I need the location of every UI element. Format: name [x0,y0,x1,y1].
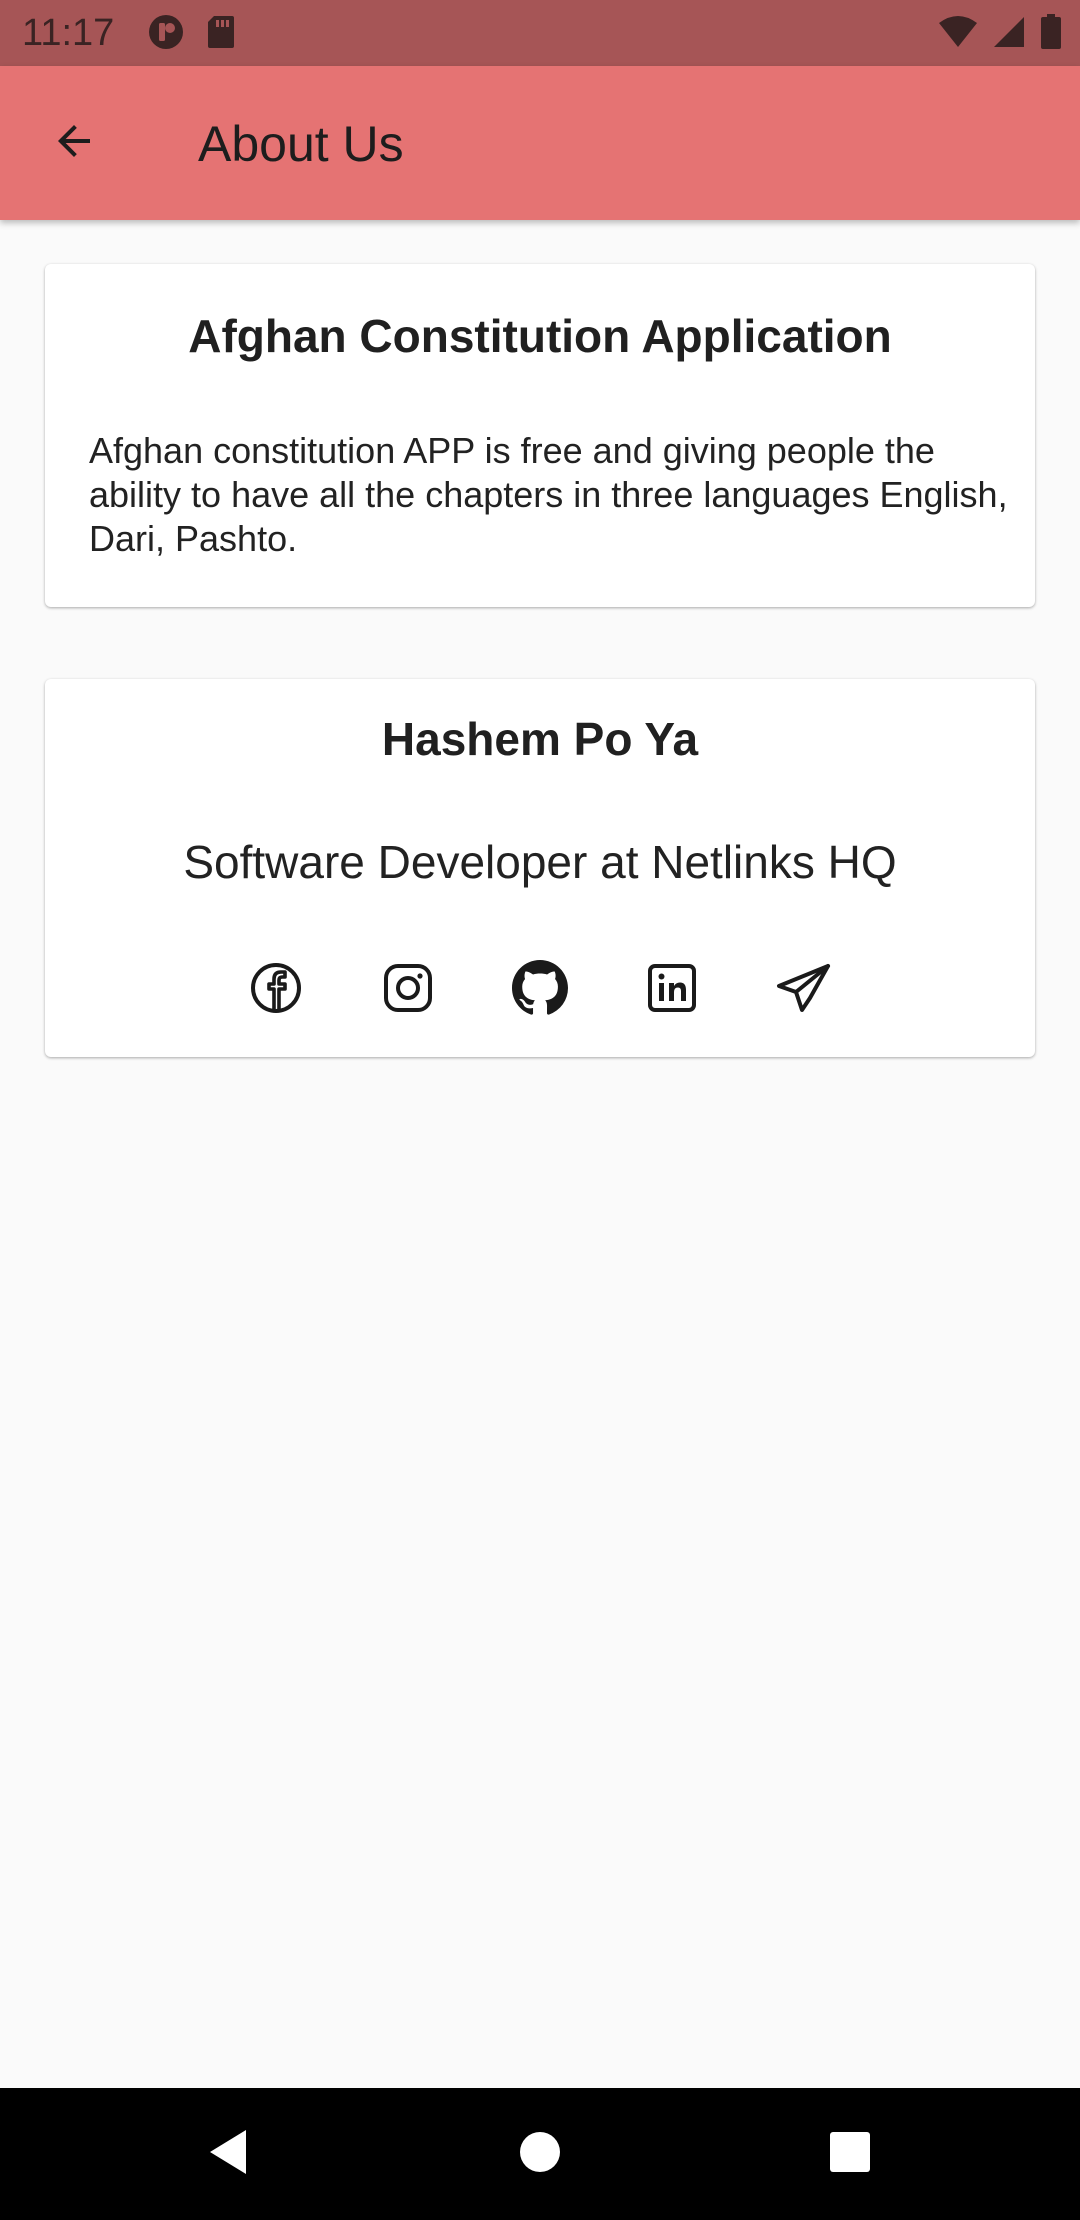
cell-signal-icon [992,15,1026,54]
system-nav-bar [0,2088,1080,2220]
developer-role: Software Developer at Netlinks HQ [183,836,897,888]
back-triangle-icon [206,2128,250,2181]
status-bar: 11:17 [0,0,1080,66]
arrow-back-icon [50,117,98,170]
app-notification-icon [148,14,184,55]
github-icon [512,959,568,1021]
facebook-button[interactable] [243,957,309,1023]
developer-card: Hashem Po Ya Software Developer at Netli… [45,679,1035,1057]
telegram-button[interactable] [771,957,837,1023]
about-card: Afghan Constitution Application Afghan c… [45,264,1035,607]
status-right-icons [938,14,1062,55]
nav-home-button[interactable] [504,2118,576,2190]
app-bar: About Us [0,66,1080,220]
app-description: Afghan constitution APP is free and givi… [89,430,1008,559]
developer-name: Hashem Po Ya [381,713,699,765]
wifi-icon [938,15,978,54]
status-left-icons [148,14,236,55]
app-name-heading: Afghan Constitution Application [188,310,892,362]
github-button[interactable] [507,957,573,1023]
instagram-button[interactable] [375,957,441,1023]
nav-back-button[interactable] [192,2118,264,2190]
linkedin-button[interactable] [639,957,705,1023]
battery-icon [1040,14,1062,55]
instagram-icon [381,961,435,1020]
home-circle-icon [518,2130,562,2179]
page-title: About Us [198,116,404,172]
recents-square-icon [829,2131,871,2178]
back-button[interactable] [38,107,110,179]
sd-card-icon [206,14,236,55]
social-links [45,957,1035,1023]
status-time: 11:17 [22,12,115,54]
facebook-icon [249,961,303,1020]
telegram-icon [775,961,833,1020]
nav-recents-button[interactable] [814,2118,886,2190]
linkedin-icon [645,961,699,1020]
